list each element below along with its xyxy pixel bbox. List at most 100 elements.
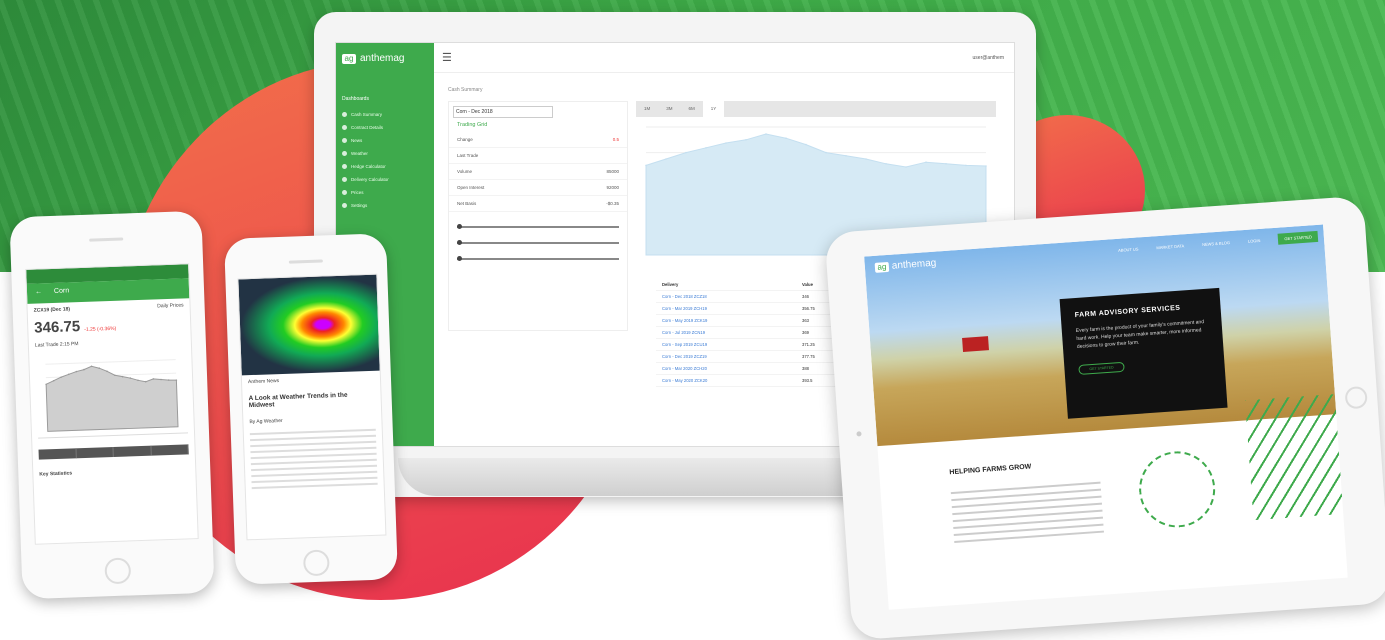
nav-icon xyxy=(342,112,347,117)
phone-markets: ← Corn ZCX19 (Dec 18) Daily Prices 346.75-… xyxy=(9,210,215,600)
range-dropdown[interactable]: Daily Prices xyxy=(157,302,184,309)
stat-value: 0.5 xyxy=(612,137,619,142)
weather-radar-image xyxy=(238,274,380,376)
stat-label: Change xyxy=(457,137,473,142)
data-point xyxy=(745,139,747,141)
cell-delivery[interactable]: Corn - Jul 2019 ZCN19 xyxy=(662,330,802,335)
logo-icon: ag xyxy=(874,261,890,273)
cell-delivery[interactable]: Corn - Mar 2020 ZCH20 xyxy=(662,366,802,371)
phone-speaker xyxy=(89,237,124,242)
tab-1y[interactable]: 1Y xyxy=(702,101,725,117)
brand-name: anthemag xyxy=(360,53,405,64)
nav-news-blog[interactable]: NEWS & BLOG xyxy=(1202,240,1230,247)
nav-icon xyxy=(342,177,347,182)
sidebar-item-hedge[interactable]: Hedge Calculator xyxy=(336,160,434,173)
tab-1m[interactable]: 1M xyxy=(636,101,658,117)
green-stripes-decoration xyxy=(1245,394,1344,521)
brand-logo[interactable]: ag anthemag xyxy=(336,43,434,74)
nav-market-data[interactable]: MARKET DATA xyxy=(1156,243,1184,250)
home-button[interactable] xyxy=(104,557,132,585)
slider-handle[interactable] xyxy=(457,256,462,261)
sidebar-item-news[interactable]: News xyxy=(336,134,434,147)
period-6m[interactable] xyxy=(150,444,189,456)
period-1d[interactable] xyxy=(38,448,77,460)
card-button[interactable]: GET STARTED xyxy=(1078,361,1125,375)
cell-value: 369 xyxy=(802,330,809,335)
range-slider[interactable] xyxy=(457,240,619,245)
stat-label: Net Basis xyxy=(457,201,477,206)
stat-label: Volume xyxy=(457,169,473,174)
data-point xyxy=(905,166,907,168)
data-point xyxy=(685,151,687,154)
sidebar-item-settings[interactable]: Settings xyxy=(336,199,434,212)
nav-icon xyxy=(342,164,347,169)
top-bar: ☰ user@anthem xyxy=(434,43,1014,73)
sidebar-item-contract-details[interactable]: Contract Details xyxy=(336,121,434,134)
tablet-frame: ag anthemag ABOUT US MARKET DATA NEWS & B… xyxy=(824,195,1385,640)
price-change: -1.25 (-0.36%) xyxy=(84,325,117,333)
stat-label: Open Interest xyxy=(457,185,485,190)
tab-6m[interactable]: 6M xyxy=(681,101,703,117)
stat-row: Volume 85000 xyxy=(449,164,627,180)
card-text: Every farm is the product of your family… xyxy=(1075,319,1205,350)
tab-3m[interactable]: 3M xyxy=(658,101,680,117)
cell-delivery[interactable]: Corn - May 2020 ZCK20 xyxy=(662,378,802,383)
sidebar-item-weather[interactable]: Weather xyxy=(336,147,434,160)
cell-delivery[interactable]: Corn - May 2019 ZCK19 xyxy=(662,318,802,323)
cell-delivery[interactable]: Corn - Dec 2019 ZCZ19 xyxy=(662,354,802,359)
card-title: FARM ADVISORY SERVICES xyxy=(1074,304,1181,320)
advisory-card: FARM ADVISORY SERVICES Every farm is the… xyxy=(1059,287,1228,419)
nav-about[interactable]: ABOUT US xyxy=(1118,246,1139,252)
cell-delivery[interactable]: Corn - Mar 2019 ZCH19 xyxy=(662,306,802,311)
nav-icon xyxy=(342,203,347,208)
cell-value: 371.25 xyxy=(802,342,815,347)
data-point xyxy=(765,133,767,135)
data-point xyxy=(845,155,847,157)
data-point xyxy=(925,161,927,163)
back-arrow-icon[interactable]: ← xyxy=(35,288,42,298)
home-button[interactable] xyxy=(1344,385,1368,410)
nav-icon xyxy=(342,190,347,195)
period-5d[interactable] xyxy=(75,446,114,459)
tablet-screen: ag anthemag ABOUT US MARKET DATA NEWS & B… xyxy=(864,224,1348,610)
slider-handle[interactable] xyxy=(457,240,462,245)
data-point xyxy=(645,164,647,167)
trading-panel: Corn - Dec 2018 Trading Grid Change 0.5 L… xyxy=(448,101,628,331)
cell-value: 377.75 xyxy=(802,354,815,359)
home-button[interactable] xyxy=(302,549,330,577)
stat-row: Change 0.5 xyxy=(449,132,627,148)
article-body xyxy=(244,428,384,490)
user-menu[interactable]: user@anthem xyxy=(973,55,1004,61)
stat-row: Net Basis -$0.35 xyxy=(449,196,627,212)
data-point xyxy=(885,163,887,165)
cell-value: 363 xyxy=(802,318,809,323)
column-header: Delivery xyxy=(662,282,679,287)
sidebar-item-cash-summary[interactable]: Cash Summary xyxy=(336,108,434,121)
phone-screen: Anthem News A Look at Weather Trends in … xyxy=(237,273,387,541)
stat-row: Open Interest 92000 xyxy=(449,180,627,196)
price-value: 346.75 xyxy=(33,318,81,337)
data-point xyxy=(705,147,707,149)
mini-price-chart xyxy=(35,353,189,439)
range-slider[interactable] xyxy=(457,224,619,229)
sidebar-item-prices[interactable]: Prices xyxy=(336,186,434,199)
slider-handle[interactable] xyxy=(457,224,462,229)
data-point xyxy=(665,158,667,160)
stat-value: 85000 xyxy=(606,169,619,174)
cell-delivery[interactable]: Corn - Sep 2019 ZCU19 xyxy=(662,342,802,347)
tablet-camera xyxy=(856,431,862,437)
sidebar-item-label: Settings xyxy=(351,203,368,208)
screen-title: Corn xyxy=(53,287,70,295)
period-1m[interactable] xyxy=(113,445,152,457)
cell-delivery[interactable]: Corn - Dec 2018 ZCZ18 xyxy=(662,294,802,299)
sidebar-item-label: Hedge Calculator xyxy=(351,164,386,169)
panel-title: Trading Grid xyxy=(457,122,488,128)
section-title: HELPING FARMS GROW xyxy=(949,463,1032,477)
nav-login[interactable]: LOGIN xyxy=(1248,238,1261,244)
hamburger-menu-icon[interactable]: ☰ xyxy=(442,51,452,64)
period-selector xyxy=(38,444,189,460)
range-slider[interactable] xyxy=(457,256,619,261)
contract-select[interactable]: Corn - Dec 2018 xyxy=(453,106,553,118)
sidebar-item-delivery[interactable]: Delivery Calculator xyxy=(336,173,434,186)
stat-value: -$0.35 xyxy=(606,201,619,206)
